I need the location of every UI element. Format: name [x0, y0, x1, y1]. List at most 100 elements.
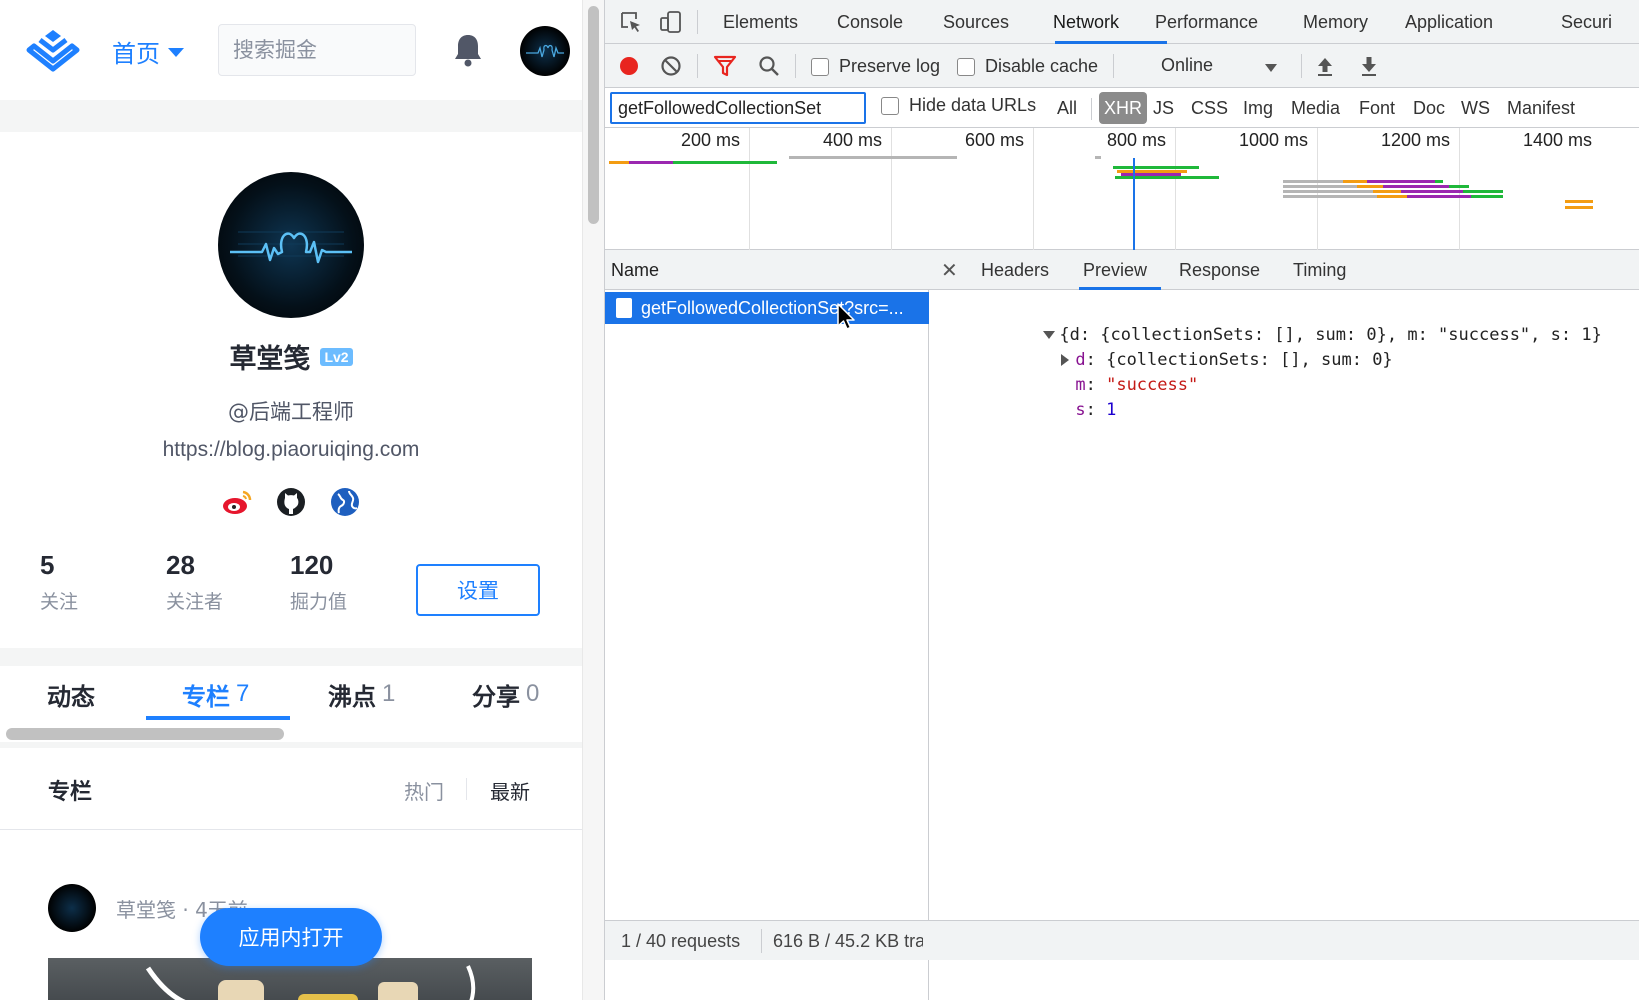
name-column-header[interactable]: Name — [605, 250, 929, 290]
globe-icon[interactable] — [329, 486, 361, 518]
tab-performance[interactable]: Performance — [1155, 0, 1258, 44]
request-bar — [1367, 180, 1435, 183]
filter-icon[interactable] — [713, 54, 737, 78]
filter-type-img[interactable]: Img — [1243, 92, 1273, 124]
checkbox-label: Hide data URLs — [909, 95, 1037, 115]
checkbox-box[interactable] — [811, 57, 829, 76]
active-tab-indicator — [1079, 287, 1161, 290]
network-overview-timeline[interactable]: 200 ms 400 ms 600 ms 800 ms 1000 ms 1200… — [605, 128, 1639, 250]
stat-label: 掘力值 — [290, 591, 348, 613]
close-icon[interactable]: ✕ — [941, 258, 958, 283]
disable-cache-checkbox[interactable]: Disable cache — [957, 56, 1098, 77]
tab-activity[interactable]: 动态 — [47, 666, 95, 722]
throttling-select[interactable]: Online — [1161, 55, 1213, 76]
filter-type-doc[interactable]: Doc — [1413, 92, 1445, 124]
active-tab-indicator — [146, 716, 290, 720]
filter-type-xhr[interactable]: XHR — [1099, 92, 1148, 124]
tab-sources[interactable]: Sources — [943, 0, 1009, 44]
mouse-cursor-icon — [837, 303, 855, 330]
timeline-gridline — [1317, 128, 1318, 250]
request-bar — [1407, 195, 1471, 198]
search-input[interactable]: 搜索掘金 — [218, 24, 416, 76]
scrollbar-thumb[interactable] — [6, 728, 284, 740]
tab-response[interactable]: Response — [1179, 250, 1260, 290]
tab-timing[interactable]: Timing — [1293, 250, 1346, 290]
tab-application[interactable]: Application — [1405, 0, 1493, 44]
tab-console[interactable]: Console — [837, 0, 903, 44]
record-icon[interactable] — [617, 54, 641, 78]
export-har-icon[interactable] — [1357, 54, 1381, 78]
request-bar — [1115, 176, 1219, 179]
tab-security[interactable]: Securi — [1561, 0, 1612, 44]
dom-content-loaded-marker — [1133, 158, 1135, 250]
network-toolbar: Preserve log Disable cache Online — [605, 44, 1639, 88]
checkbox-box[interactable] — [957, 57, 975, 76]
request-row-selected[interactable]: getFollowedCollectionSet?src=... — [605, 292, 929, 324]
stat-followers[interactable]: 28 关注者 — [166, 550, 223, 614]
preserve-log-checkbox[interactable]: Preserve log — [811, 56, 940, 77]
filter-type-font[interactable]: Font — [1359, 92, 1395, 124]
stat-following[interactable]: 5 关注 — [40, 550, 78, 614]
device-toolbar-icon[interactable] — [659, 10, 683, 34]
timeline-tick-label: 400 ms — [823, 130, 883, 150]
column-header: 专栏 热门 最新 — [0, 748, 582, 830]
tab-preview[interactable]: Preview — [1083, 250, 1147, 290]
weibo-icon[interactable] — [221, 486, 253, 518]
timeline-tick-label: 1000 ms — [1239, 130, 1309, 150]
sort-new-button[interactable]: 最新 — [490, 776, 530, 805]
vertical-scrollbar[interactable] — [582, 0, 604, 1000]
divider — [795, 54, 796, 78]
filter-input[interactable]: getFollowedCollectionSet — [610, 92, 866, 124]
heartbeat-heart-icon — [230, 231, 352, 264]
request-bar — [1401, 190, 1463, 193]
timeline-gridline — [1175, 128, 1176, 250]
json-s-line: s: 1 — [1075, 400, 1117, 420]
request-bar — [1471, 195, 1503, 198]
open-in-app-button[interactable]: 应用内打开 — [200, 908, 382, 966]
tab-memory[interactable]: Memory — [1303, 0, 1368, 44]
github-icon[interactable] — [275, 486, 307, 518]
search-icon[interactable] — [757, 54, 781, 78]
tab-share[interactable]: 分享 0 — [472, 666, 539, 722]
profile-card: 草堂笺 Lv2 @后端工程师 https://blog.piaoruiqing.… — [0, 132, 582, 648]
filter-type-ws[interactable]: WS — [1461, 92, 1490, 124]
clear-icon[interactable] — [659, 54, 683, 78]
tab-pins[interactable]: 沸点 1 — [328, 666, 395, 722]
divider — [761, 929, 762, 953]
user-website-link[interactable]: https://blog.piaoruiqing.com — [0, 438, 582, 462]
tab-network[interactable]: Network — [1053, 0, 1119, 44]
hide-data-urls-checkbox[interactable]: Hide data URLs — [881, 95, 1036, 116]
tab-elements[interactable]: Elements — [723, 0, 798, 44]
checkbox-box[interactable] — [881, 96, 899, 115]
tab-column[interactable]: 专栏 7 — [182, 666, 249, 722]
social-links — [0, 486, 582, 518]
user-title: @后端工程师 — [228, 400, 354, 424]
filter-type-js[interactable]: JS — [1153, 92, 1174, 124]
filter-type-all[interactable]: All — [1057, 92, 1077, 124]
import-har-icon[interactable] — [1313, 54, 1337, 78]
home-label: 首页 — [112, 41, 160, 68]
scrollbar-thumb[interactable] — [588, 6, 599, 224]
avatar[interactable] — [520, 26, 570, 76]
sort-hot-button[interactable]: 热门 — [404, 776, 444, 805]
request-bar — [1463, 190, 1503, 193]
filter-type-media[interactable]: Media — [1291, 92, 1340, 124]
settings-button[interactable]: 设置 — [416, 564, 540, 616]
home-dropdown[interactable]: 首页 — [112, 34, 184, 69]
chevron-down-icon[interactable] — [1265, 64, 1277, 72]
tab-count: 0 — [526, 680, 540, 707]
request-bar — [1357, 185, 1383, 188]
username: 草堂笺 — [229, 344, 311, 375]
request-bar — [1113, 166, 1199, 169]
inspect-element-icon[interactable] — [619, 10, 643, 34]
divider — [697, 10, 698, 34]
horizontal-scrollbar[interactable] — [0, 722, 582, 742]
filter-type-css[interactable]: CSS — [1191, 92, 1228, 124]
bell-icon[interactable] — [452, 32, 484, 68]
timeline-gridline — [1033, 128, 1034, 250]
request-bar — [1383, 185, 1449, 188]
request-bar — [1377, 195, 1407, 198]
juejin-logo-icon[interactable] — [24, 26, 82, 76]
filter-type-manifest[interactable]: Manifest — [1507, 92, 1575, 124]
tab-headers[interactable]: Headers — [981, 250, 1049, 290]
